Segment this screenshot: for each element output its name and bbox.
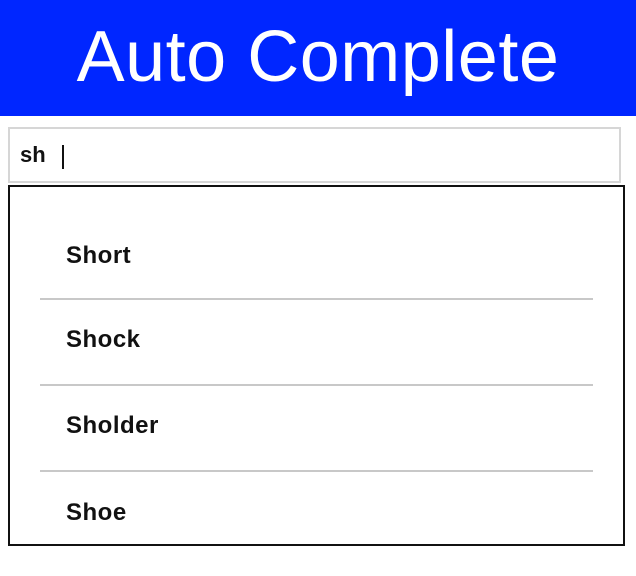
autocomplete-dropdown[interactable]: Short Shock Sholder Shoe: [8, 185, 625, 546]
text-caret: [62, 145, 64, 169]
suggestion-item-sholder[interactable]: Sholder: [40, 382, 593, 472]
suggestion-label: Shoe: [66, 499, 127, 526]
search-box[interactable]: [8, 127, 621, 183]
suggestion-item-shock[interactable]: Shock: [40, 296, 593, 386]
app-header: Auto Complete: [0, 0, 636, 116]
suggestion-item-shoe[interactable]: Shoe: [40, 468, 593, 544]
suggestion-item-short[interactable]: Short: [40, 213, 593, 300]
suggestion-label: Short: [66, 241, 132, 269]
suggestion-label: Sholder: [66, 412, 159, 439]
search-input[interactable]: [10, 129, 619, 181]
page-title: Auto Complete: [76, 17, 560, 97]
suggestion-list: Short Shock Sholder Shoe: [40, 227, 593, 544]
suggestion-label: Shock: [66, 326, 141, 353]
